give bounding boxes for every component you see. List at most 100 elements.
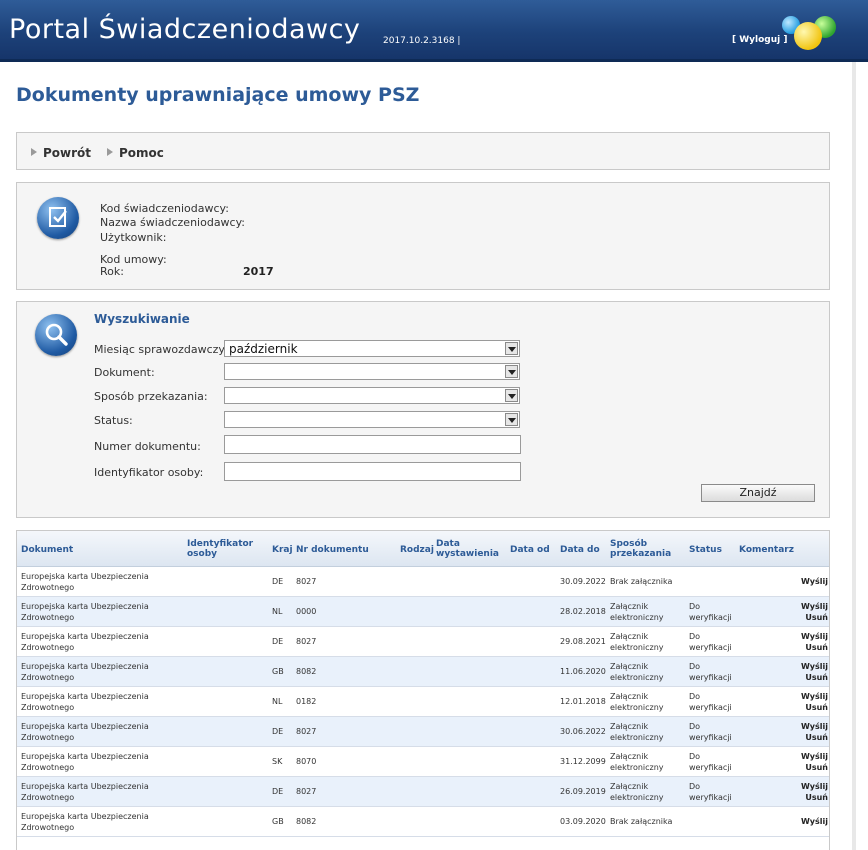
table-row[interactable]: Europejska karta Ubezpieczenia Zdrowotne…: [17, 657, 829, 687]
cell-data-do: 26.09.2019: [560, 787, 606, 796]
send-link[interactable]: Wyślij: [801, 781, 828, 792]
col-rodzaj[interactable]: Rodzaj: [400, 545, 434, 555]
col-sposob[interactable]: Sposób przekazania: [610, 539, 671, 559]
month-select[interactable]: październik: [224, 340, 520, 357]
col-komentarz[interactable]: Komentarz: [739, 545, 794, 555]
delete-link[interactable]: Usuń: [801, 732, 828, 743]
cell-status: Do weryfikacji: [689, 782, 732, 802]
delete-link[interactable]: Usuń: [801, 612, 828, 623]
provider-name-label: Nazwa świadczeniodawcy:: [100, 216, 246, 229]
cell-status: Do weryfikacji: [689, 602, 732, 622]
cell-dokument: Europejska karta Ubezpieczenia Zdrowotne…: [21, 812, 149, 832]
dropdown-arrow-icon[interactable]: [505, 389, 518, 402]
send-link[interactable]: Wyślij: [801, 751, 828, 762]
cell-kraj: NL: [272, 607, 283, 616]
cell-kraj: GB: [272, 817, 284, 826]
table-row[interactable]: Europejska karta Ubezpieczenia Zdrowotne…: [17, 627, 829, 657]
table-row[interactable]: Europejska karta Ubezpieczenia Zdrowotne…: [17, 687, 829, 717]
cell-data-do: 30.09.2022: [560, 577, 606, 586]
cell-nr: 8027: [296, 787, 317, 796]
search-title: Wyszukiwanie: [94, 312, 190, 326]
table-row[interactable]: Europejska karta Ubezpieczenia Zdrowotne…: [17, 567, 829, 597]
cell-dokument: Europejska karta Ubezpieczenia Zdrowotne…: [21, 752, 149, 772]
delete-link[interactable]: Usuń: [801, 642, 828, 653]
table-row[interactable]: Europejska karta Ubezpieczenia Zdrowotne…: [17, 807, 829, 837]
cell-kraj: SK: [272, 757, 283, 766]
table-row[interactable]: Europejska karta Ubezpieczenia Zdrowotne…: [17, 597, 829, 627]
delete-link[interactable]: Usuń: [801, 762, 828, 773]
search-panel: Wyszukiwanie Miesiąc sprawozdawczy: paźd…: [16, 301, 830, 518]
cell-nr: 8082: [296, 667, 317, 676]
col-nr[interactable]: Nr dokumentu: [296, 545, 369, 555]
send-link[interactable]: Wyślij: [801, 721, 828, 732]
magnifier-icon: [35, 314, 77, 356]
col-data-do[interactable]: Data do: [560, 545, 600, 555]
cell-dokument: Europejska karta Ubezpieczenia Zdrowotne…: [21, 782, 149, 802]
triangle-right-icon: [31, 148, 37, 156]
year-label: Rok:: [100, 265, 124, 278]
find-button[interactable]: Znajdź: [701, 484, 815, 502]
cell-dokument: Europejska karta Ubezpieczenia Zdrowotne…: [21, 692, 149, 712]
cell-dokument: Europejska karta Ubezpieczenia Zdrowotne…: [21, 572, 149, 592]
send-link[interactable]: Wyślij: [801, 816, 828, 827]
scrollbar-track[interactable]: [852, 62, 856, 850]
app-version: 2017.10.2.3168 |: [383, 36, 461, 46]
row-actions: Wyślij Usuń: [801, 691, 828, 713]
send-link[interactable]: Wyślij: [801, 691, 828, 702]
col-kraj[interactable]: Kraj: [272, 545, 293, 555]
cell-nr: 8027: [296, 637, 317, 646]
cell-status: Do weryfikacji: [689, 722, 732, 742]
col-dokument[interactable]: Dokument: [21, 545, 73, 555]
cell-status: Do weryfikacji: [689, 662, 732, 682]
cell-sposob: Brak załącznika: [610, 577, 673, 586]
docnum-input[interactable]: [224, 435, 521, 454]
app-header: Portal Świadczeniodawcy 2017.10.2.3168 |…: [0, 0, 868, 62]
delete-link[interactable]: Usuń: [801, 672, 828, 683]
dropdown-arrow-icon[interactable]: [505, 365, 518, 378]
row-actions: Wyślij: [801, 576, 828, 587]
back-link[interactable]: Powrót: [31, 146, 91, 160]
col-identyfikator[interactable]: Identyfikator osoby: [187, 539, 257, 559]
table-row[interactable]: Europejska karta Ubezpieczenia Zdrowotne…: [17, 777, 829, 807]
cell-dokument: Europejska karta Ubezpieczenia Zdrowotne…: [21, 632, 149, 652]
send-link[interactable]: Wyślij: [801, 661, 828, 672]
month-select-value: październik: [229, 342, 298, 356]
results-table: Dokument Identyfikator osoby Kraj Nr dok…: [16, 530, 830, 850]
table-row[interactable]: Europejska karta Ubezpieczenia Zdrowotne…: [17, 717, 829, 747]
provider-code-label: Kod świadczeniodawcy:: [100, 202, 229, 215]
col-data-wyst[interactable]: Data wystawienia: [436, 539, 499, 559]
docnum-label: Numer dokumentu:: [94, 440, 201, 453]
status-select[interactable]: [224, 411, 520, 428]
year-value: 2017: [243, 265, 274, 278]
back-label: Powrót: [43, 146, 92, 160]
triangle-right-icon: [107, 148, 113, 156]
cell-data-do: 31.12.2099: [560, 757, 606, 766]
month-label: Miesiąc sprawozdawczy:: [94, 343, 228, 356]
cell-nr: 0182: [296, 697, 317, 706]
dropdown-arrow-icon[interactable]: [505, 413, 518, 426]
dropdown-arrow-icon[interactable]: [505, 342, 518, 355]
cell-sposob: Załącznik elektroniczny: [610, 782, 664, 802]
send-link[interactable]: Wyślij: [801, 576, 828, 587]
document-select[interactable]: [224, 363, 520, 380]
delete-link[interactable]: Usuń: [801, 702, 828, 713]
personid-input[interactable]: [224, 462, 521, 481]
transfer-select[interactable]: [224, 387, 520, 404]
cell-data-do: 28.02.2018: [560, 607, 606, 616]
row-actions: Wyślij Usuń: [801, 751, 828, 773]
table-row[interactable]: Europejska karta Ubezpieczenia Zdrowotne…: [17, 747, 829, 777]
help-link[interactable]: Pomoc: [107, 146, 164, 160]
send-link[interactable]: Wyślij: [801, 631, 828, 642]
delete-link[interactable]: Usuń: [801, 792, 828, 803]
row-actions: Wyślij Usuń: [801, 781, 828, 803]
cell-kraj: DE: [272, 637, 284, 646]
cell-dokument: Europejska karta Ubezpieczenia Zdrowotne…: [21, 602, 149, 622]
col-status[interactable]: Status: [689, 545, 722, 555]
cell-nr: 8027: [296, 727, 317, 736]
cell-kraj: DE: [272, 787, 284, 796]
send-link[interactable]: Wyślij: [801, 601, 828, 612]
cell-kraj: NL: [272, 697, 283, 706]
col-data-od[interactable]: Data od: [510, 545, 550, 555]
cell-sposob: Załącznik elektroniczny: [610, 662, 664, 682]
provider-info-panel: Kod świadczeniodawcy: Nazwa świadczeniod…: [16, 182, 830, 290]
